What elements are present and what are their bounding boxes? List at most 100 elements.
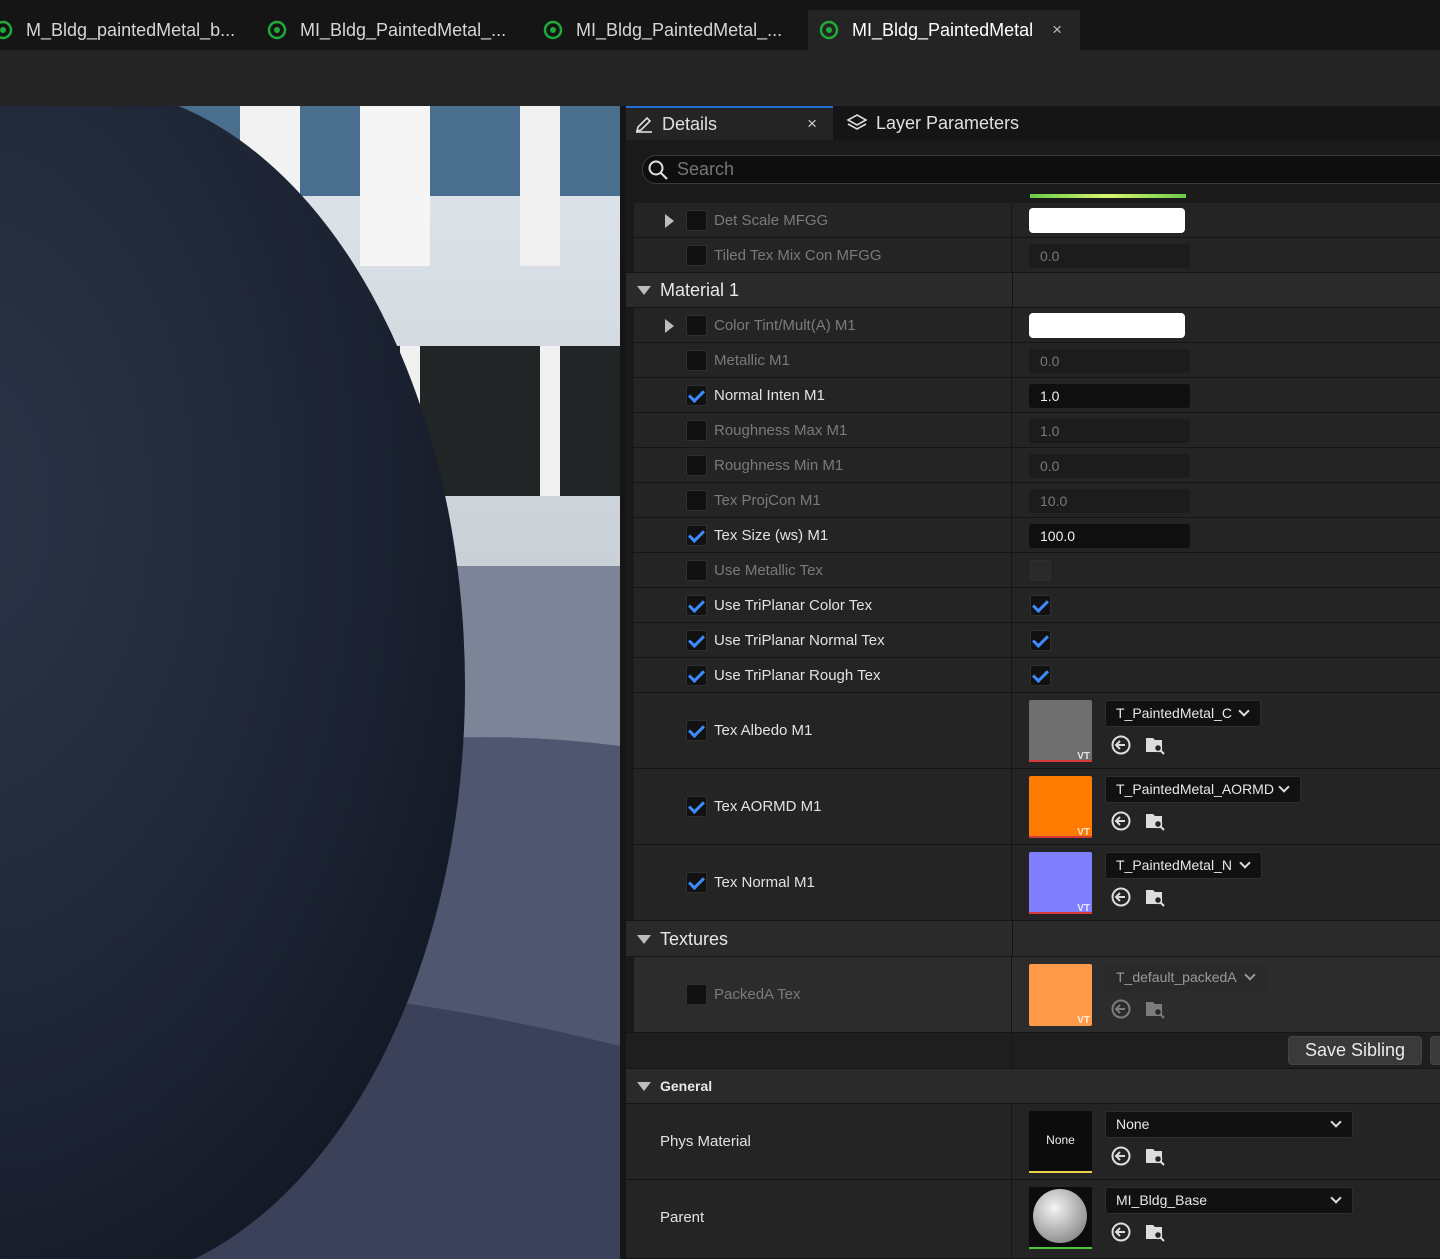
asset-picker[interactable]: MI_Bldg_Base xyxy=(1105,1187,1353,1214)
param-label: Tex AORMD M1 xyxy=(714,798,822,815)
param-label: Det Scale MFGG xyxy=(714,212,829,229)
color-swatch[interactable] xyxy=(1029,208,1185,233)
use-selected-asset-icon[interactable] xyxy=(1110,1145,1132,1167)
sphere-preview-icon xyxy=(1033,1189,1087,1243)
value-field[interactable]: 10.0 xyxy=(1029,489,1190,513)
tab-layer-parameters[interactable]: Layer Parameters xyxy=(838,106,1038,140)
value-field[interactable]: 0.0 xyxy=(1029,349,1190,373)
pencil-icon xyxy=(635,116,652,133)
browse-asset-icon[interactable] xyxy=(1144,998,1166,1020)
override-checkbox[interactable] xyxy=(686,385,707,406)
override-checkbox[interactable] xyxy=(686,350,707,371)
use-selected-asset-icon[interactable] xyxy=(1110,998,1132,1020)
param-label: PackedA Tex xyxy=(714,986,801,1003)
param-row-use-triplanar-normal: Use TriPlanar Normal Tex xyxy=(626,623,1440,658)
browse-asset-icon[interactable] xyxy=(1144,810,1166,832)
override-checkbox[interactable] xyxy=(686,210,707,231)
tab-m-bldg-paintedmetal-b[interactable]: M_Bldg_paintedMetal_b... xyxy=(0,10,242,50)
override-checkbox[interactable] xyxy=(686,245,707,266)
texture-thumbnail[interactable]: VT xyxy=(1029,700,1092,762)
override-checkbox[interactable] xyxy=(686,665,707,686)
param-row-det-scale: Det Scale MFGG xyxy=(626,203,1440,238)
value-checkbox[interactable] xyxy=(1030,665,1051,686)
asset-picker[interactable]: T_PaintedMetal_C xyxy=(1105,700,1261,727)
texture-thumbnail[interactable]: VT xyxy=(1029,964,1092,1026)
collapse-arrow-icon[interactable] xyxy=(637,1082,651,1091)
search-input[interactable] xyxy=(677,159,1277,180)
expand-arrow-icon[interactable] xyxy=(665,319,674,333)
override-checkbox[interactable] xyxy=(686,796,707,817)
value-checkbox[interactable] xyxy=(1030,595,1051,616)
asset-thumbnail[interactable]: None xyxy=(1029,1111,1092,1173)
use-selected-asset-icon[interactable] xyxy=(1110,1221,1132,1243)
browse-asset-icon[interactable] xyxy=(1144,734,1166,756)
property-list: Det Scale MFGG Tiled Tex Mix Con MFGG 0.… xyxy=(626,194,1440,1259)
override-checkbox[interactable] xyxy=(686,455,707,476)
param-label: Phys Material xyxy=(660,1133,751,1150)
param-label: Use TriPlanar Rough Tex xyxy=(714,667,881,684)
browse-asset-icon[interactable] xyxy=(1144,886,1166,908)
tab-details[interactable]: Details × xyxy=(626,106,833,140)
collapse-arrow-icon[interactable] xyxy=(637,286,651,295)
search-icon xyxy=(648,160,668,180)
preview-scene xyxy=(0,106,620,1259)
browse-asset-icon[interactable] xyxy=(1144,1145,1166,1167)
value-field[interactable]: 1.0 xyxy=(1029,419,1190,443)
override-checkbox[interactable] xyxy=(686,720,707,741)
value-field[interactable]: 100.0 xyxy=(1029,524,1190,548)
asset-picker[interactable]: None xyxy=(1105,1111,1353,1138)
override-checkbox[interactable] xyxy=(686,420,707,441)
param-row-tex-projcon: Tex ProjCon M1 10.0 xyxy=(626,483,1440,518)
category-material-1[interactable]: Material 1 xyxy=(626,273,1440,308)
save-child-button[interactable] xyxy=(1430,1036,1440,1065)
param-label: Tex Albedo M1 xyxy=(714,722,813,739)
override-checkbox[interactable] xyxy=(686,872,707,893)
search-box[interactable] xyxy=(642,155,1440,184)
override-checkbox[interactable] xyxy=(686,984,707,1005)
preview-viewport[interactable] xyxy=(0,106,620,1259)
close-details-icon[interactable]: × xyxy=(807,114,817,134)
asset-name: MI_Bldg_Base xyxy=(1116,1192,1208,1208)
chevron-down-icon xyxy=(1278,781,1290,793)
value-field[interactable]: 1.0 xyxy=(1029,384,1190,408)
value-checkbox[interactable] xyxy=(1030,630,1051,651)
material-sphere-thumbnail[interactable] xyxy=(1029,1187,1092,1249)
override-checkbox[interactable] xyxy=(686,525,707,546)
save-sibling-button[interactable]: Save Sibling xyxy=(1288,1036,1422,1065)
use-selected-asset-icon[interactable] xyxy=(1110,886,1132,908)
color-swatch[interactable] xyxy=(1029,313,1185,338)
param-row-tex-size: Tex Size (ws) M1 100.0 xyxy=(626,518,1440,553)
param-label: Normal Inten M1 xyxy=(714,387,825,404)
category-general[interactable]: General xyxy=(626,1069,1440,1104)
param-row-tex-aormd: Tex AORMD M1 VT T_PaintedMetal_AORMD xyxy=(626,769,1440,845)
close-tab-icon[interactable]: × xyxy=(1052,20,1062,40)
texture-thumbnail[interactable]: VT xyxy=(1029,852,1092,914)
use-selected-asset-icon[interactable] xyxy=(1110,734,1132,756)
param-row-use-metallic: Use Metallic Tex xyxy=(626,553,1440,588)
param-row-parent: Parent MI_Bldg_Base xyxy=(626,1180,1440,1259)
collapse-arrow-icon[interactable] xyxy=(637,935,651,944)
category-textures[interactable]: Textures xyxy=(626,921,1440,957)
texture-thumbnail[interactable]: VT xyxy=(1029,776,1092,838)
asset-picker[interactable]: T_PaintedMetal_AORMD xyxy=(1105,776,1301,803)
override-checkbox[interactable] xyxy=(686,595,707,616)
override-checkbox[interactable] xyxy=(686,560,707,581)
value-field[interactable]: 0.0 xyxy=(1029,244,1190,268)
browse-asset-icon[interactable] xyxy=(1144,1221,1166,1243)
material-instance-icon xyxy=(819,20,839,40)
value-field[interactable]: 0.0 xyxy=(1029,454,1190,478)
use-selected-asset-icon[interactable] xyxy=(1110,810,1132,832)
expand-arrow-icon[interactable] xyxy=(665,214,674,228)
override-checkbox[interactable] xyxy=(686,490,707,511)
tab-mi-bldg-paintedmetal-2[interactable]: MI_Bldg_PaintedMetal_... xyxy=(542,10,800,50)
tab-layers-label: Layer Parameters xyxy=(876,112,1020,133)
tab-mi-bldg-paintedmetal-active[interactable]: MI_Bldg_PaintedMetal × xyxy=(808,10,1080,50)
param-row-color-tint: Color Tint/Mult(A) M1 xyxy=(626,308,1440,343)
asset-picker[interactable]: T_PaintedMetal_N xyxy=(1105,852,1262,879)
override-checkbox[interactable] xyxy=(686,630,707,651)
asset-picker[interactable]: T_default_packedA xyxy=(1105,964,1267,991)
tab-mi-bldg-paintedmetal-1[interactable]: MI_Bldg_PaintedMetal_... xyxy=(266,10,524,50)
value-checkbox[interactable] xyxy=(1030,560,1051,581)
document-tab-bar: M_Bldg_paintedMetal_b... MI_Bldg_Painted… xyxy=(0,0,1440,50)
override-checkbox[interactable] xyxy=(686,315,707,336)
